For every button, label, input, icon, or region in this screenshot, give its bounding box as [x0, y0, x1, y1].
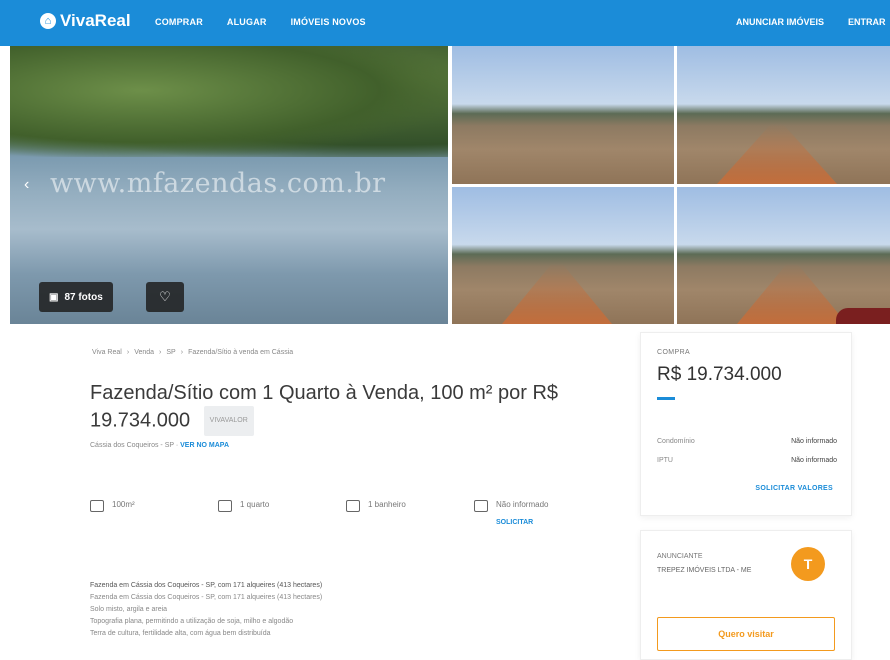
view-photos-button[interactable]: ▣ 87 fotos: [39, 282, 113, 312]
logo-text: VivaReal: [60, 11, 131, 30]
advertiser-logo[interactable]: T: [791, 547, 825, 581]
request-parking-link[interactable]: SOLICITAR: [496, 519, 548, 526]
thumbnail-photo[interactable]: [677, 187, 890, 324]
camera-icon: ▣: [49, 291, 59, 303]
thumbnail-photo[interactable]: [452, 187, 674, 324]
house-icon: ⌂: [40, 13, 56, 29]
price-accent-bar: [657, 397, 675, 400]
advertiser-name[interactable]: TREPEZ IMÓVEIS LTDA - ME: [657, 567, 751, 574]
thumbnail-photo[interactable]: [452, 46, 674, 184]
breadcrumb-item[interactable]: Venda: [134, 349, 154, 356]
login-link[interactable]: ENTRAR: [848, 17, 886, 27]
iptu-row: IPTU Não informado: [657, 457, 837, 464]
header-actions: ANUNCIAR IMÓVEIS ENTRAR: [736, 17, 886, 27]
shower-icon: [346, 500, 360, 512]
feature-bathrooms: 1 banheiro: [346, 500, 474, 526]
condo-fee-row: Condomínio Não informado: [657, 438, 837, 445]
price-type-label: COMPRA: [657, 349, 691, 356]
iptu-value: Não informado: [791, 457, 837, 464]
heart-icon: ♡: [159, 289, 171, 304]
nav-imoveis-novos[interactable]: IMÓVEIS NOVOS: [291, 17, 366, 27]
nav-comprar[interactable]: COMPRAR: [155, 17, 203, 27]
status-badge: VIVAVALOR: [203, 406, 254, 436]
price-value: R$ 19.734.000: [657, 364, 782, 385]
favorite-button[interactable]: ♡: [146, 282, 184, 312]
listing-description: Fazenda em Cássia dos Coqueiros - SP, co…: [90, 580, 520, 640]
breadcrumb-item[interactable]: SP: [166, 349, 175, 356]
listing-features: 100m² 1 quarto 1 banheiro Não informado …: [90, 500, 600, 526]
description-line: Topografia plana, permitindo a utilizaçã…: [90, 618, 294, 625]
breadcrumb: Viva Real › Venda › SP › Fazenda/Sítio à…: [92, 349, 293, 356]
photos-count: 87 fotos: [64, 291, 103, 303]
thumbnail-photo[interactable]: [677, 46, 890, 184]
description-line: Fazenda em Cássia dos Coqueiros - SP, co…: [90, 582, 323, 589]
breadcrumb-item[interactable]: Viva Real: [92, 349, 122, 356]
condo-fee-label: Condomínio: [657, 438, 695, 445]
description-line: Fazenda em Cássia dos Coqueiros - SP, co…: [90, 594, 323, 601]
feature-bathrooms-value: 1 banheiro: [368, 500, 406, 509]
car-icon: [474, 500, 488, 512]
feature-parking-value: Não informado: [496, 500, 549, 509]
location-text: Cássia dos Coqueiros - SP ·: [90, 442, 181, 449]
main-nav: COMPRAR ALUGAR IMÓVEIS NOVOS: [155, 17, 366, 27]
description-line: Solo misto, argila e areia: [90, 606, 168, 613]
top-navbar: ⌂ VivaReal COMPRAR ALUGAR IMÓVEIS NOVOS …: [0, 0, 890, 46]
breadcrumb-item[interactable]: Fazenda/Sítio à venda em Cássia: [188, 349, 293, 356]
breadcrumb-separator: ›: [126, 349, 130, 356]
advertiser-label: ANUNCIANTE: [657, 553, 703, 560]
area-icon: [90, 500, 104, 512]
feature-parking: Não informado SOLICITAR: [474, 500, 600, 526]
schedule-visit-button[interactable]: Quero visitar: [657, 617, 835, 651]
listing-title: Fazenda/Sítio com 1 Quarto à Venda, 100 …: [90, 380, 610, 436]
gallery-prev-icon[interactable]: ‹: [24, 176, 29, 194]
breadcrumb-separator: ›: [159, 349, 162, 356]
photo-watermark: www.mfazendas.com.br: [50, 168, 386, 199]
listing-location: Cássia dos Coqueiros - SP · VER NO MAPA: [90, 442, 229, 449]
advertise-link[interactable]: ANUNCIAR IMÓVEIS: [736, 17, 824, 27]
feature-bedrooms-value: 1 quarto: [240, 500, 270, 509]
breadcrumb-separator: ›: [180, 349, 184, 356]
feature-area: 100m²: [90, 500, 218, 526]
car-shape: [836, 308, 890, 324]
bed-icon: [218, 500, 232, 512]
request-values-link[interactable]: SOLICITAR VALORES: [755, 485, 833, 492]
feature-bedrooms: 1 quarto: [218, 500, 346, 526]
iptu-label: IPTU: [657, 457, 673, 464]
map-link[interactable]: VER NO MAPA: [180, 442, 229, 449]
condo-fee-value: Não informado: [791, 438, 837, 445]
price-card: COMPRA R$ 19.734.000 Condomínio Não info…: [640, 332, 852, 516]
advertiser-card: ANUNCIANTE TREPEZ IMÓVEIS LTDA - ME T Qu…: [640, 530, 852, 660]
site-logo[interactable]: ⌂ VivaReal: [40, 11, 131, 31]
description-line: Terra de cultura, fertilidade alta, com …: [90, 630, 271, 637]
listing-title-text: Fazenda/Sítio com 1 Quarto à Venda, 100 …: [90, 382, 559, 432]
photo-gallery: www.mfazendas.com.br ‹ ▣ 87 fotos ♡: [0, 46, 890, 324]
nav-alugar[interactable]: ALUGAR: [227, 17, 267, 27]
feature-area-value: 100m²: [112, 500, 135, 509]
